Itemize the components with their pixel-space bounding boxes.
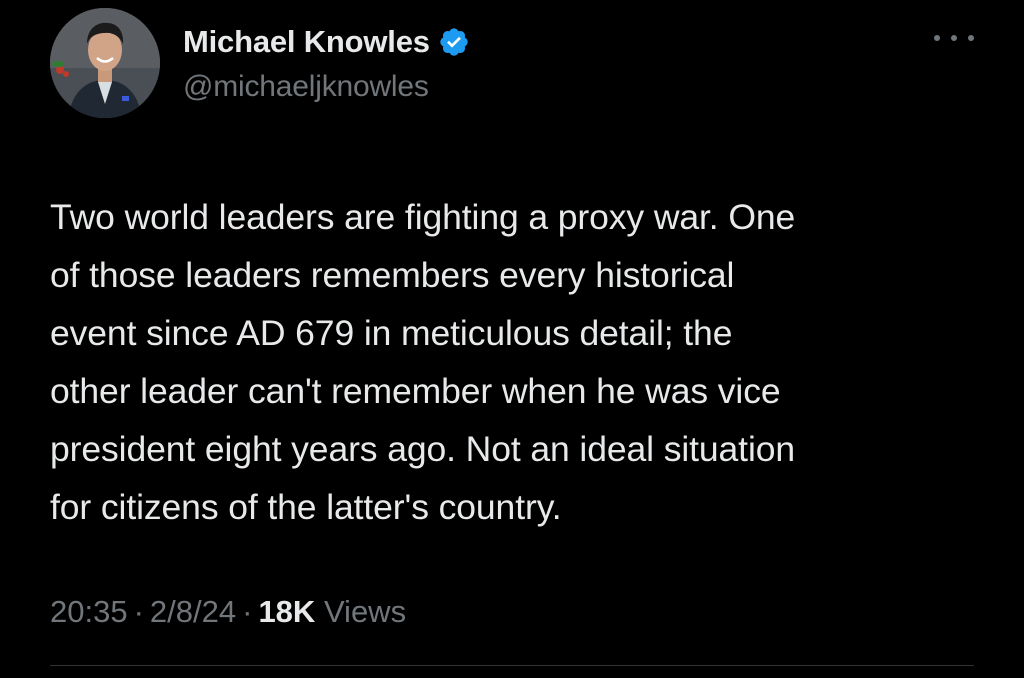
more-dot — [934, 35, 940, 41]
divider — [50, 665, 974, 666]
author-display-name[interactable]: Michael Knowles — [183, 24, 430, 60]
author-name-row[interactable]: Michael Knowles — [183, 22, 470, 62]
tweet-text-line: of those leaders remembers every histori… — [50, 255, 735, 295]
more-dot — [968, 35, 974, 41]
views-count: 18K — [258, 594, 316, 629]
tweet-text-line: other leader can't remember when he was … — [50, 371, 781, 411]
more-horizontal-icon[interactable] — [934, 28, 974, 48]
tweet-text: Two world leaders are fighting a proxy w… — [50, 188, 990, 536]
tweet-container: Michael Knowles @michaeljknowles Two wor… — [0, 0, 1024, 678]
tweet-text-line: for citizens of the latter's country. — [50, 487, 562, 527]
tweet-text-line: event since AD 679 in meticulous detail;… — [50, 313, 733, 353]
meta-separator: · — [133, 594, 144, 629]
tweet-meta: 20:35 · 2/8/24 · 18K Views — [50, 594, 406, 630]
verified-badge-icon[interactable] — [438, 26, 470, 58]
more-dot — [951, 35, 957, 41]
tweet-time[interactable]: 20:35 — [50, 594, 128, 629]
tweet-date[interactable]: 2/8/24 — [150, 594, 236, 629]
meta-separator: · — [242, 594, 253, 629]
views-label: Views — [323, 594, 407, 629]
tweet-text-line: president eight years ago. Not an ideal … — [50, 429, 796, 469]
author-handle[interactable]: @michaeljknowles — [183, 70, 429, 104]
avatar[interactable] — [50, 8, 160, 118]
avatar-image — [50, 8, 160, 118]
tweet-text-line: Two world leaders are fighting a proxy w… — [50, 197, 796, 237]
